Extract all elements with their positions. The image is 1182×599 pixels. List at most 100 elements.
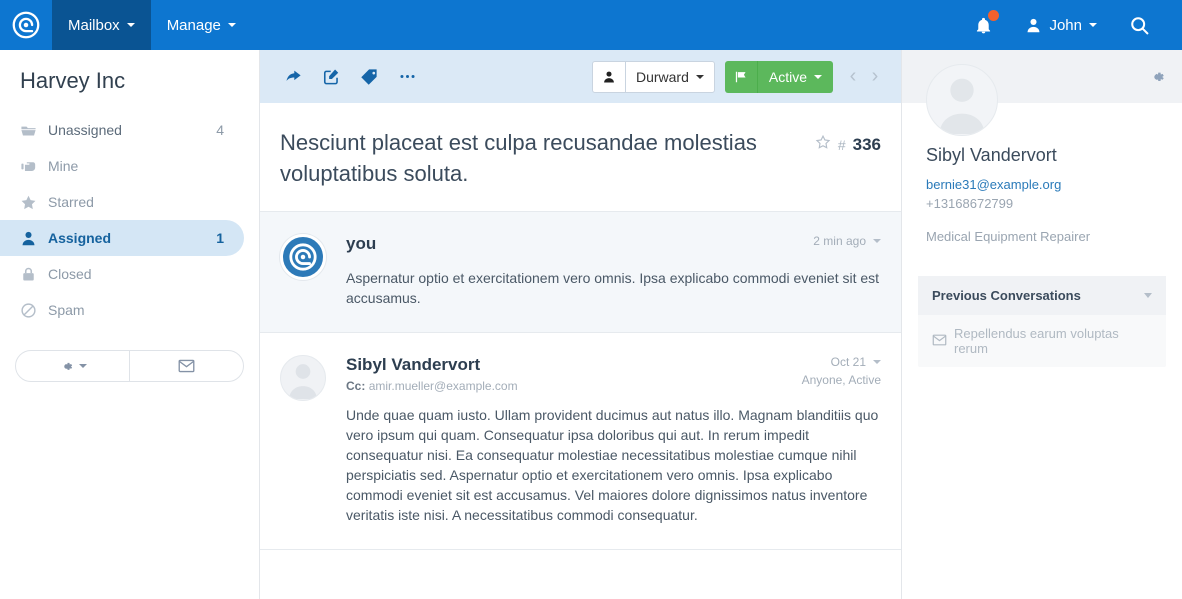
- contact-name: Sibyl Vandervort: [926, 145, 1057, 165]
- message-status: Anyone, Active: [801, 373, 881, 387]
- sidebar-item-spam[interactable]: Spam: [0, 292, 244, 328]
- user-menu-button[interactable]: John: [1011, 0, 1111, 50]
- sidebar-item-unassigned[interactable]: Unassigned 4: [0, 112, 244, 148]
- avatar: [280, 355, 326, 525]
- nav-item-mailbox-label: Mailbox: [68, 16, 120, 34]
- blank-person-avatar: [280, 355, 326, 401]
- message-body: you 2 min ago Aspernatur optio et exerci…: [346, 234, 881, 308]
- more-options-button[interactable]: [390, 60, 424, 94]
- conversation-toolbar: Durward Active ‹ ›: [260, 50, 901, 103]
- gear-icon: [63, 362, 72, 370]
- sidebar-item-unassigned-count: 4: [216, 122, 224, 138]
- hand-pointer-icon: [20, 158, 48, 175]
- folder-icon: [20, 122, 48, 139]
- contact-panel: Sibyl Vandervort bernie31@example.org +1…: [902, 50, 1182, 599]
- next-conversation-button[interactable]: ›: [865, 65, 885, 88]
- envelope-icon: [178, 359, 195, 373]
- sidebar-item-closed[interactable]: Closed: [0, 256, 244, 292]
- message-item: Sibyl Vandervort Cc: amir.mueller@exampl…: [260, 333, 901, 550]
- message-cc-label: Cc:: [346, 379, 366, 393]
- spiral-logo-icon: [289, 243, 317, 271]
- forward-button[interactable]: [276, 60, 310, 94]
- notification-badge: [988, 10, 1000, 21]
- brand-logo[interactable]: [0, 0, 52, 50]
- search-icon: [1131, 16, 1149, 34]
- message-text: Unde quae quam iusto. Ullam provident du…: [346, 407, 879, 523]
- ban-icon: [20, 302, 48, 319]
- message-body: Sibyl Vandervort Cc: amir.mueller@exampl…: [346, 355, 881, 525]
- message-thread: you 2 min ago Aspernatur optio et exerci…: [260, 212, 901, 599]
- person-icon: [289, 364, 317, 399]
- gear-icon: [1154, 72, 1164, 81]
- chevron-down-icon: [873, 360, 881, 364]
- message-meta: 2 min ago: [813, 234, 881, 248]
- assignee-label-wrap[interactable]: Durward: [626, 62, 714, 92]
- sidebar-settings-button[interactable]: [16, 351, 129, 381]
- previous-conversation-button[interactable]: ‹: [843, 65, 863, 88]
- compose-button[interactable]: [314, 60, 348, 94]
- app-body: Harvey Inc Unassigned 4 Mine Starred Ass…: [0, 50, 1182, 599]
- avatar: [926, 64, 998, 136]
- message-sender: Sibyl Vandervort: [346, 355, 481, 374]
- notifications-button[interactable]: [960, 0, 1007, 50]
- status-label-wrap[interactable]: Active: [758, 61, 833, 93]
- sidebar-item-mine[interactable]: Mine: [0, 148, 244, 184]
- contact-avatar-wrap: [926, 64, 998, 136]
- chevron-down-icon: [78, 364, 87, 368]
- star-outline-icon[interactable]: [815, 134, 831, 155]
- sidebar: Harvey Inc Unassigned 4 Mine Starred Ass…: [0, 50, 260, 599]
- chevron-down-icon: [695, 74, 704, 79]
- message-header: you 2 min ago: [346, 234, 881, 254]
- search-button[interactable]: [1115, 0, 1164, 50]
- sidebar-item-assigned-label: Assigned: [48, 230, 112, 246]
- spiral-logo-avatar: [280, 234, 326, 280]
- top-navbar: Mailbox Manage John: [0, 0, 1182, 50]
- sidebar-item-starred-label: Starred: [48, 194, 94, 210]
- previous-conversations-panel: Previous Conversations Repellendus earum…: [918, 276, 1166, 367]
- conversation-header: Nesciunt placeat est culpa recusandae mo…: [260, 103, 901, 212]
- person-icon: [593, 61, 626, 92]
- previous-conversation-item[interactable]: Repellendus earum voluptas rerum: [918, 315, 1166, 367]
- previous-conversations-header[interactable]: Previous Conversations: [918, 276, 1166, 315]
- flag-icon: [725, 60, 758, 93]
- message-time: Oct 21: [830, 355, 866, 369]
- toolbar-right-group: Durward Active ‹ ›: [591, 60, 885, 93]
- nav-item-mailbox[interactable]: Mailbox: [52, 0, 151, 50]
- navbar-right-actions: John: [960, 0, 1182, 50]
- sidebar-item-assigned-count: 1: [216, 230, 224, 246]
- assignee-selector[interactable]: Durward: [591, 60, 715, 93]
- chevron-down-icon: [1089, 23, 1097, 27]
- nav-item-manage-label: Manage: [166, 16, 221, 34]
- message-text: Aspernatur optio et exercitationem vero …: [346, 270, 880, 306]
- message-time-row[interactable]: Oct 21: [802, 355, 881, 369]
- sidebar-item-closed-label: Closed: [48, 266, 92, 282]
- message-sender: you: [346, 234, 377, 253]
- ellipsis-icon: [399, 74, 415, 79]
- person-icon: [939, 78, 985, 134]
- contact-job-title: Medical Equipment Repairer: [926, 229, 1091, 244]
- conversation-meta: # 336: [815, 127, 881, 155]
- status-selector[interactable]: Active: [724, 60, 833, 93]
- lock-icon: [20, 266, 48, 283]
- conversation-pane: Durward Active ‹ › Nesciunt placeat est …: [260, 50, 902, 599]
- sidebar-compose-button[interactable]: [129, 351, 243, 381]
- spiral-logo-icon: [12, 11, 40, 39]
- message-time-row[interactable]: 2 min ago: [813, 234, 881, 248]
- sidebar-button-group: [15, 350, 244, 382]
- contact-email-link[interactable]: bernie31@example.org: [926, 177, 1158, 192]
- star-icon: [20, 194, 48, 211]
- chevron-down-icon: [814, 74, 822, 79]
- nav-item-manage[interactable]: Manage: [151, 0, 252, 50]
- assignee-label: Durward: [635, 68, 689, 85]
- message-meta: Oct 21 Anyone, Active: [802, 355, 881, 387]
- sidebar-item-starred[interactable]: Starred: [0, 184, 244, 220]
- message-cc-value: amir.mueller@example.com: [368, 379, 518, 393]
- sidebar-item-mine-label: Mine: [48, 158, 79, 174]
- contact-settings-button[interactable]: [1148, 68, 1166, 86]
- message-cc: Cc: amir.mueller@example.com: [346, 379, 518, 393]
- tag-icon: [360, 69, 377, 85]
- conversation-hash: #: [837, 136, 846, 153]
- app-window: Mailbox Manage John Harvey Inc Unassigne…: [0, 0, 1182, 599]
- sidebar-item-assigned[interactable]: Assigned 1: [0, 220, 244, 256]
- tag-button[interactable]: [352, 60, 386, 94]
